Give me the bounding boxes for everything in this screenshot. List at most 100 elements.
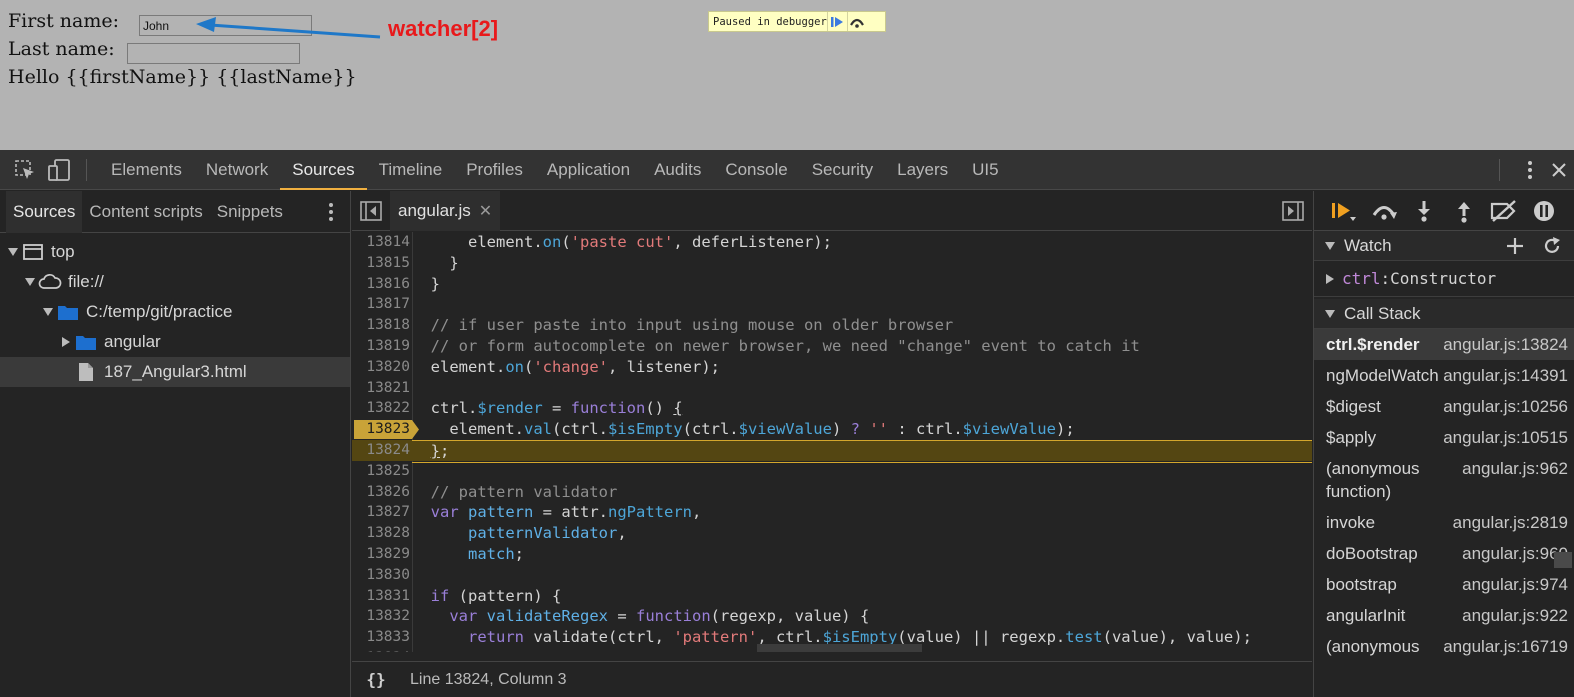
callstack-frame[interactable]: ngModelWatch angular.js:14391	[1314, 360, 1574, 391]
tab-network[interactable]: Network	[194, 150, 280, 190]
line-number[interactable]: 13823	[352, 419, 410, 440]
toggle-debugger-button[interactable]	[1282, 201, 1304, 226]
line-number[interactable]: 13818	[352, 315, 410, 336]
toggle-navigator-button[interactable]	[360, 201, 382, 226]
frame-location[interactable]: angular.js:14391	[1434, 364, 1570, 387]
code-line: 13829 match;	[352, 544, 1312, 565]
line-number[interactable]: 13825	[352, 461, 410, 482]
frame-location[interactable]: angular.js:13824	[1434, 333, 1570, 356]
add-watch-button[interactable]	[1506, 237, 1524, 260]
frame-location[interactable]: angular.js:962	[1434, 457, 1570, 503]
tree-label: C:/temp/git/practice	[86, 302, 233, 321]
callstack-frame[interactable]: (anonymous angular.js:16719	[1314, 631, 1574, 662]
line-number[interactable]: 13831	[352, 586, 410, 607]
step-into-button[interactable]	[1404, 196, 1444, 226]
line-number[interactable]: 13817	[352, 294, 410, 315]
line-number[interactable]: 13827	[352, 502, 410, 523]
editor-statusbar: {} Line 13824, Column 3	[352, 661, 1312, 697]
frame-location[interactable]: angular.js:974	[1434, 573, 1570, 596]
device-mode-button[interactable]	[44, 155, 74, 185]
callstack-frame[interactable]: $apply angular.js:10515	[1314, 422, 1574, 453]
code-text: element.on('change', listener);	[412, 357, 720, 376]
deactivate-breakpoints-button[interactable]	[1484, 196, 1524, 226]
more-menu-button[interactable]	[1518, 160, 1542, 180]
callstack-frame[interactable]: bootstrap angular.js:974	[1314, 569, 1574, 600]
line-number[interactable]: 13816	[352, 274, 410, 295]
pause-on-exceptions-button[interactable]	[1524, 196, 1564, 226]
code-text: patternValidator,	[468, 524, 627, 543]
frame-location[interactable]: angular.js:922	[1434, 604, 1570, 627]
code-text: var validateRegex = function(regexp, val…	[449, 607, 870, 626]
frame-location[interactable]: angular.js:960	[1434, 542, 1570, 565]
code-text: };	[412, 439, 1312, 463]
tree-label: 187_Angular3.html	[104, 362, 247, 381]
frame-location[interactable]: angular.js:10515	[1434, 426, 1570, 449]
line-number[interactable]: 13815	[352, 253, 410, 274]
inspect-element-button[interactable]	[10, 155, 40, 185]
nav-tab-sources[interactable]: Sources	[6, 190, 83, 233]
resume-button[interactable]	[1324, 196, 1364, 226]
tab-sources[interactable]: Sources	[280, 150, 367, 190]
line-number[interactable]: 13830	[352, 565, 410, 586]
callstack-frame[interactable]: (anonymous function) angular.js:962	[1314, 453, 1574, 507]
close-devtools-button[interactable]	[1552, 163, 1574, 177]
tree-item-file-origin[interactable]: file://	[0, 267, 350, 297]
nav-tab-snippets[interactable]: Snippets	[210, 191, 290, 233]
callstack-frame[interactable]: $digest angular.js:10256	[1314, 391, 1574, 422]
folder-icon	[56, 302, 80, 322]
tab-console[interactable]: Console	[713, 150, 799, 190]
watch-item[interactable]: ctrl: Constructor	[1314, 261, 1574, 297]
frame-location[interactable]: angular.js:16719	[1434, 635, 1570, 658]
frame-function: angularInit	[1326, 606, 1406, 625]
close-tab-icon[interactable]: ✕	[479, 201, 492, 221]
tree-item-html-file[interactable]: 187_Angular3.html	[0, 357, 350, 387]
nav-tab-content-scripts[interactable]: Content scripts	[82, 191, 209, 233]
line-number[interactable]: 13829	[352, 544, 410, 565]
frame-location[interactable]: angular.js:2819	[1434, 511, 1570, 534]
tab-audits[interactable]: Audits	[642, 150, 713, 190]
line-number[interactable]: 13832	[352, 606, 410, 627]
code-area[interactable]: 13814 element.on('paste cut', deferListe…	[352, 232, 1312, 652]
cloud-icon	[38, 272, 62, 292]
callstack-frame[interactable]: doBootstrap angular.js:960	[1314, 538, 1574, 569]
frame-location[interactable]: angular.js:10256	[1434, 395, 1570, 418]
callstack-frame[interactable]: ctrl.$render angular.js:13824	[1314, 329, 1574, 360]
tab-ui5[interactable]: UI5	[960, 150, 1010, 190]
line-number[interactable]: 13834	[352, 648, 410, 652]
tree-item-top[interactable]: top	[0, 237, 350, 267]
line-number[interactable]: 13822	[352, 398, 410, 419]
step-over-button[interactable]	[1364, 196, 1404, 226]
tree-item-folder-angular[interactable]: angular	[0, 327, 350, 357]
refresh-watch-button[interactable]	[1542, 236, 1562, 261]
line-number[interactable]: 13819	[352, 336, 410, 357]
line-number[interactable]: 13833	[352, 627, 410, 648]
navigator-menu-button[interactable]	[328, 202, 334, 222]
line-number[interactable]: 13824	[352, 440, 410, 461]
step-over-button[interactable]	[846, 12, 867, 31]
watch-pane-header[interactable]: Watch	[1314, 231, 1574, 261]
callstack-frame[interactable]: angularInit angular.js:922	[1314, 600, 1574, 631]
refresh-icon	[1544, 237, 1560, 253]
line-number[interactable]: 13820	[352, 357, 410, 378]
tab-elements[interactable]: Elements	[99, 150, 194, 190]
callstack-frame[interactable]: invoke angular.js:2819	[1314, 507, 1574, 538]
resume-button[interactable]	[826, 12, 847, 31]
tab-layers[interactable]: Layers	[885, 150, 960, 190]
line-number[interactable]: 13826	[352, 482, 410, 503]
callstack-scrollbar[interactable]	[1554, 552, 1572, 568]
tab-security[interactable]: Security	[800, 150, 885, 190]
horizontal-scrollbar[interactable]	[757, 644, 922, 652]
tab-timeline[interactable]: Timeline	[367, 150, 455, 190]
tab-application[interactable]: Application	[535, 150, 642, 190]
tree-item-folder-practice[interactable]: C:/temp/git/practice	[0, 297, 350, 327]
line-number[interactable]: 13821	[352, 378, 410, 399]
step-out-button[interactable]	[1444, 196, 1484, 226]
tabbar-right	[1499, 150, 1574, 190]
callstack-pane-header[interactable]: Call Stack	[1314, 299, 1574, 329]
pretty-print-button[interactable]: {}	[352, 670, 400, 689]
last-name-input[interactable]	[127, 43, 300, 64]
tab-profiles[interactable]: Profiles	[454, 150, 535, 190]
editor-tab-angular-js[interactable]: angular.js ✕	[390, 190, 501, 231]
line-number[interactable]: 13814	[352, 232, 410, 253]
line-number[interactable]: 13828	[352, 523, 410, 544]
